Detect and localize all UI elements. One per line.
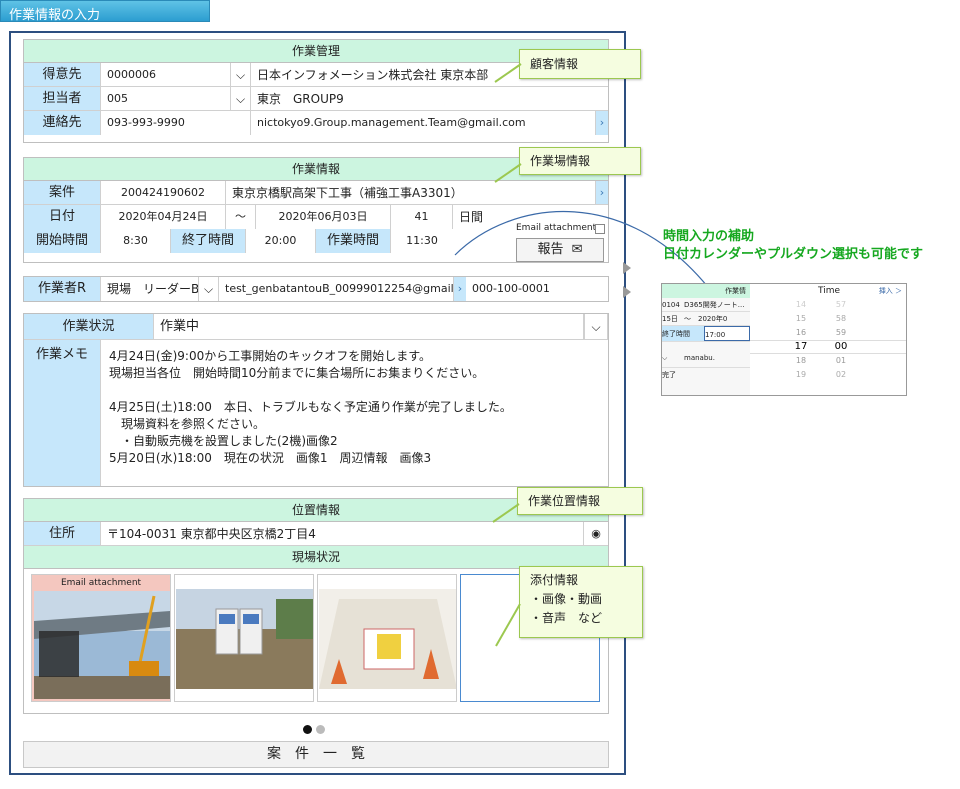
page-dot-active[interactable]: [303, 725, 312, 734]
callout-customer: 顧客情報: [519, 49, 641, 79]
site-illustration: [319, 589, 456, 689]
preview-dropdown-icon: ⌵: [662, 354, 668, 362]
end-time-field[interactable]: 20:00: [246, 229, 316, 253]
hour-wheel[interactable]: 14 15 16 17 18 19: [786, 298, 816, 382]
person-dropdown-icon[interactable]: ⌵: [231, 87, 251, 110]
attachment-image-3[interactable]: [317, 574, 457, 702]
person-label: 担当者: [24, 87, 101, 110]
preview-row-3: 終了時間 17:00: [662, 326, 750, 342]
attachment-image-1[interactable]: Email attachment: [31, 574, 171, 702]
date-label: 日付: [24, 205, 101, 229]
globe-icon[interactable]: ◉: [584, 522, 608, 545]
preview-header: 作業情: [662, 284, 750, 298]
preview-cell-6: 終了時間: [662, 330, 690, 338]
end-time-label: 終了時間: [171, 229, 246, 253]
work-time-label: 作業時間: [316, 229, 391, 253]
preview-row-2: 15日 ～ 2020年0: [662, 312, 750, 326]
customer-dropdown-icon[interactable]: ⌵: [231, 63, 251, 86]
preview-cell-1: 0104: [662, 301, 680, 309]
worker-name[interactable]: 現場 リーダーB: [101, 277, 199, 301]
case-number-field[interactable]: 200424190602: [101, 181, 226, 204]
callout-attachment-line1: ・画像・動画: [530, 592, 603, 606]
attachment-image-2[interactable]: [174, 574, 314, 702]
vending-machine-photo: [176, 589, 313, 689]
days-count: 41: [391, 205, 453, 229]
address-field[interactable]: 〒104-0031 東京都中央区京橋2丁目4: [101, 522, 584, 545]
minute-item: 58: [835, 314, 847, 323]
hour-item-selected: 17: [794, 341, 808, 352]
minute-item: 01: [835, 356, 847, 365]
callout-position: 作業位置情報: [517, 487, 643, 515]
preview-time-field[interactable]: 17:00: [704, 326, 750, 341]
arrow-right-icon-2: [623, 286, 631, 298]
preview-cell-8: 完了: [662, 371, 676, 379]
preview-form-pane: 作業情 0104 D365開発ノート... 15日 ～ 2020年0 終了時間 …: [662, 284, 750, 395]
date-from-field[interactable]: 2020年04月24日: [101, 205, 226, 229]
minute-item: 59: [835, 328, 847, 337]
time-picker: Time 挿入 ＞ 14 15 16 17 18 19 57 58 59 00 …: [750, 284, 906, 395]
start-time-field[interactable]: 8:30: [101, 229, 171, 253]
assist-subtitle: 日付カレンダーやプルダウン選択も可能です: [663, 247, 924, 262]
callout-customer-tail: [494, 63, 522, 83]
status-label: 作業状況: [24, 314, 154, 339]
case-list-button[interactable]: 案 件 一 覧: [23, 741, 609, 768]
contact-label: 連絡先: [24, 111, 101, 135]
minute-item-selected: 00: [834, 341, 848, 352]
preview-row-1: 0104 D365開発ノート...: [662, 298, 750, 312]
time-picker-insert-button[interactable]: 挿入 ＞: [879, 284, 902, 298]
time-picker-preview: 作業情 0104 D365開発ノート... 15日 ～ 2020年0 終了時間 …: [661, 283, 907, 396]
worker-label: 作業者R: [24, 277, 101, 301]
minute-item: 02: [835, 370, 847, 379]
date-to-field[interactable]: 2020年06月03日: [256, 205, 391, 229]
contact-phone-field[interactable]: 093-993-9990: [101, 111, 251, 135]
callout-attachment-title: 添付情報: [530, 573, 579, 587]
page-title: 作業情報の入力: [0, 0, 210, 23]
person-name: 東京 GROUP9: [257, 92, 344, 106]
arrow-right-icon: [623, 262, 631, 274]
page-dot[interactable]: [316, 725, 325, 734]
preview-cell-4: ～: [684, 315, 691, 323]
callout-attachment: 添付情報 ・画像・動画 ・音声 など: [519, 566, 643, 638]
contact-chevron-right-icon[interactable]: ›: [596, 111, 608, 135]
callout-position-tail: [492, 503, 520, 523]
minute-item: 57: [835, 300, 847, 309]
worker-email[interactable]: test_genbatantouB_00999012254@gmail.co: [219, 277, 454, 301]
preview-cell-7: manabu.: [684, 354, 715, 362]
case-label: 案件: [24, 181, 101, 204]
preview-cell-5: 2020年0: [698, 315, 728, 323]
start-time-label: 開始時間: [24, 229, 101, 253]
preview-cell-2: D365開発ノート...: [684, 301, 745, 309]
callout-attachment-tail: [495, 603, 521, 647]
hour-item: 15: [795, 314, 807, 323]
address-label: 住所: [24, 522, 101, 545]
thumb1-caption: Email attachment: [60, 578, 142, 588]
customer-code-field[interactable]: 0000006: [101, 63, 231, 86]
memo-textarea[interactable]: 4月24日(金)9:00から工事開始のキックオフを開始します。 現場担当各位 開…: [101, 340, 608, 486]
memo-row: 作業メモ 4月24日(金)9:00から工事開始のキックオフを開始します。 現場担…: [24, 340, 608, 486]
worker-dropdown-icon[interactable]: ⌵: [199, 277, 219, 301]
preview-cell-3: 15日: [662, 315, 678, 323]
hour-item: 16: [795, 328, 807, 337]
person-code-field[interactable]: 005: [101, 87, 231, 110]
callout-attachment-line2: ・音声 など: [530, 611, 603, 625]
minute-wheel[interactable]: 57 58 59 00 01 02: [826, 298, 856, 382]
status-section: 作業状況 作業中 ⌵ 作業メモ 4月24日(金)9:00から工事開始のキックオフ…: [23, 313, 609, 487]
hour-item: 18: [795, 356, 807, 365]
callout-site: 作業場情報: [519, 147, 641, 175]
date-separator: ～: [226, 205, 256, 229]
work-time-field[interactable]: 11:30: [391, 229, 453, 253]
memo-label: 作業メモ: [24, 340, 101, 486]
hour-item: 14: [795, 300, 807, 309]
hour-item: 19: [795, 370, 807, 379]
customer-label: 得意先: [24, 63, 101, 86]
person-row: 担当者 005 ⌵ 東京 GROUP9: [24, 87, 608, 111]
address-row: 住所 〒104-0031 東京都中央区京橋2丁目4 ◉: [24, 522, 608, 546]
crane-photo: [34, 591, 170, 699]
preview-row-4: ⌵ manabu.: [662, 348, 750, 368]
contact-email-field[interactable]: nictokyo9.Group.management.Team@gmail.co…: [251, 111, 596, 135]
contact-row: 連絡先 093-993-9990 nictokyo9.Group.managem…: [24, 111, 608, 135]
assist-title: 時間入力の補助: [663, 229, 755, 244]
